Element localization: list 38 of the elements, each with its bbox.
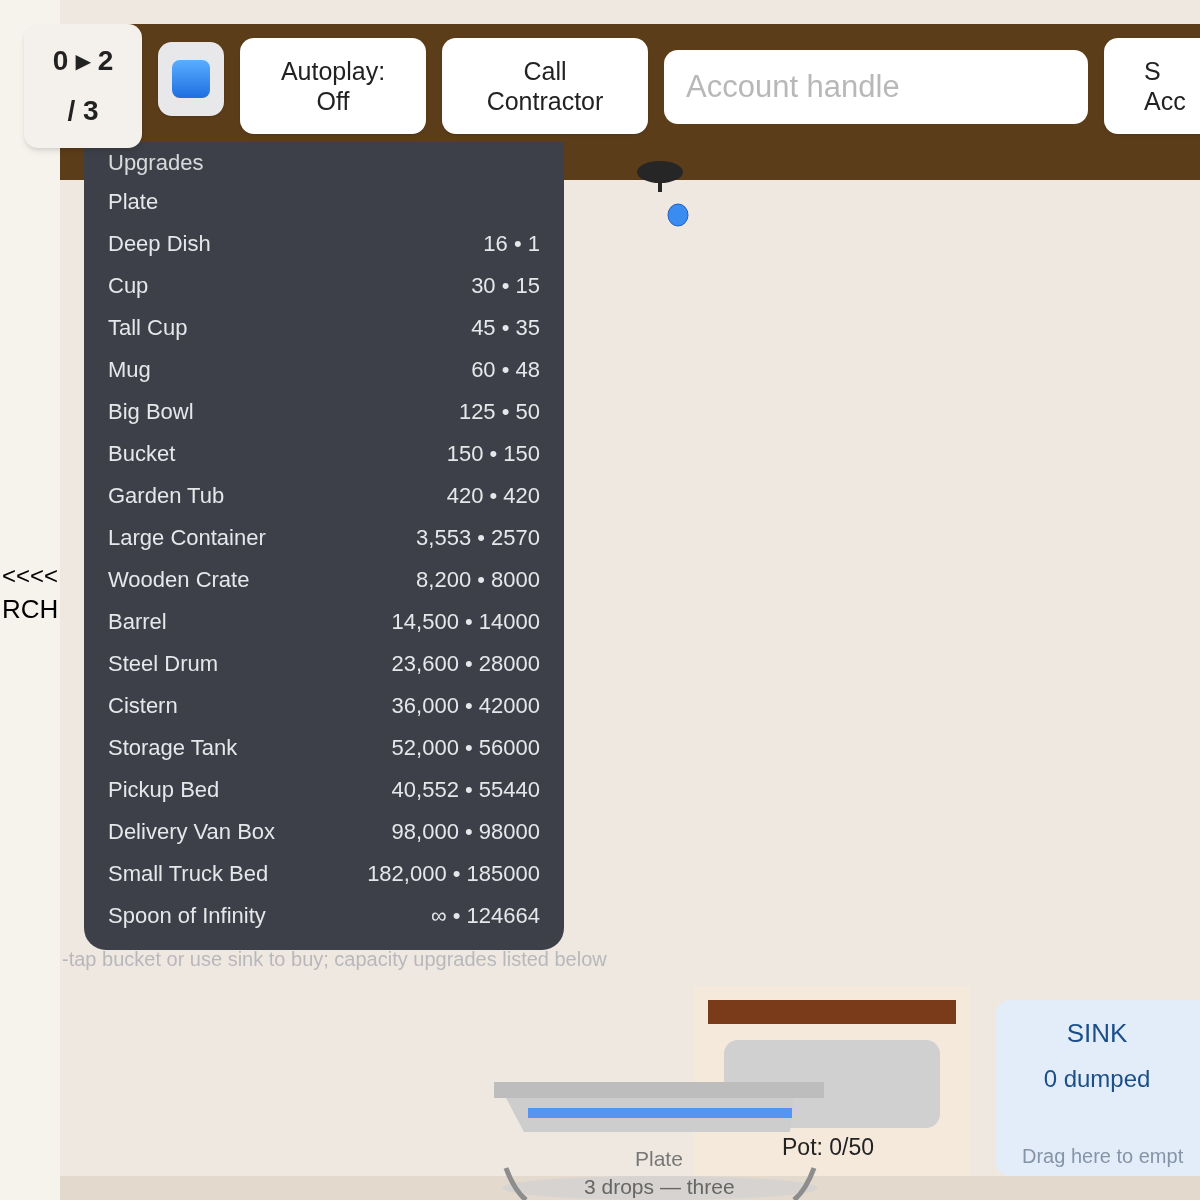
upgrade-item[interactable]: Delivery Van Box 98,000 • 98000 (108, 810, 540, 852)
account-handle-field[interactable]: Account handle (664, 50, 1088, 124)
pot-label: Pot: 0/50 (782, 1133, 875, 1162)
upgrade-item[interactable]: Big Bowl 125 • 50 (108, 390, 540, 432)
score-value: 0 ▸ 2 (52, 44, 114, 78)
upgrade-item[interactable]: Pickup Bed 40,552 • 55440 (108, 768, 540, 810)
sink-count: 0 dumped (1043, 1064, 1151, 1094)
score-total: / 3 (67, 94, 99, 128)
faucet-drawing (636, 160, 684, 194)
sink-card[interactable]: SINK 0 dumped Drag here to empt (996, 1000, 1200, 1176)
app-square-icon (172, 60, 210, 98)
upgrade-item[interactable]: Wooden Crate 8,200 • 8000 (108, 558, 540, 600)
account-button[interactable]: S Acc (1104, 38, 1200, 134)
upgrade-item[interactable]: Plate (108, 180, 540, 222)
sink-title: SINK (1066, 1017, 1128, 1050)
upgrade-item[interactable]: Deep Dish 16 • 1 (108, 222, 540, 264)
upgrade-item[interactable]: Garden Tub 420 • 420 (108, 474, 540, 516)
water-drop-icon (667, 203, 689, 227)
upgrade-item[interactable]: Barrel 14,500 • 14000 (108, 600, 540, 642)
upgrade-item[interactable]: Spoon of Infinity ∞ • 124664 (108, 894, 540, 936)
sink-hint: Drag here to empt (1021, 1144, 1184, 1169)
upgrade-item[interactable]: Small Truck Bed 182,000 • 185000 (108, 852, 540, 894)
arrow-text: <<<< (2, 564, 59, 588)
container-name: Plate (635, 1146, 683, 1172)
side-label: RCH (2, 596, 59, 622)
panel-title: Upgrades (108, 149, 205, 177)
upgrade-item[interactable]: Steel Drum 23,600 • 28000 (108, 642, 540, 684)
toolbar-button[interactable]: Autoplay: Off (240, 38, 426, 134)
upgrade-item[interactable]: Bucket 150 • 150 (108, 432, 540, 474)
upgrade-item[interactable]: Tall Cup 45 • 35 (108, 306, 540, 348)
upgrade-item[interactable]: Cup 30 • 15 (108, 264, 540, 306)
toolbar-button[interactable]: Call Contractor (442, 38, 648, 134)
color-swatch-button[interactable] (158, 42, 224, 116)
upgrade-item[interactable]: Cistern 36,000 • 42000 (108, 684, 540, 726)
upgrade-item[interactable]: Storage Tank 52,000 • 56000 (108, 726, 540, 768)
drop-count: 3 drops — three (584, 1174, 735, 1200)
upgrade-item[interactable]: Large Container 3,553 • 2570 (108, 516, 540, 558)
upgrade-item[interactable]: Mug 60 • 48 (108, 348, 540, 390)
